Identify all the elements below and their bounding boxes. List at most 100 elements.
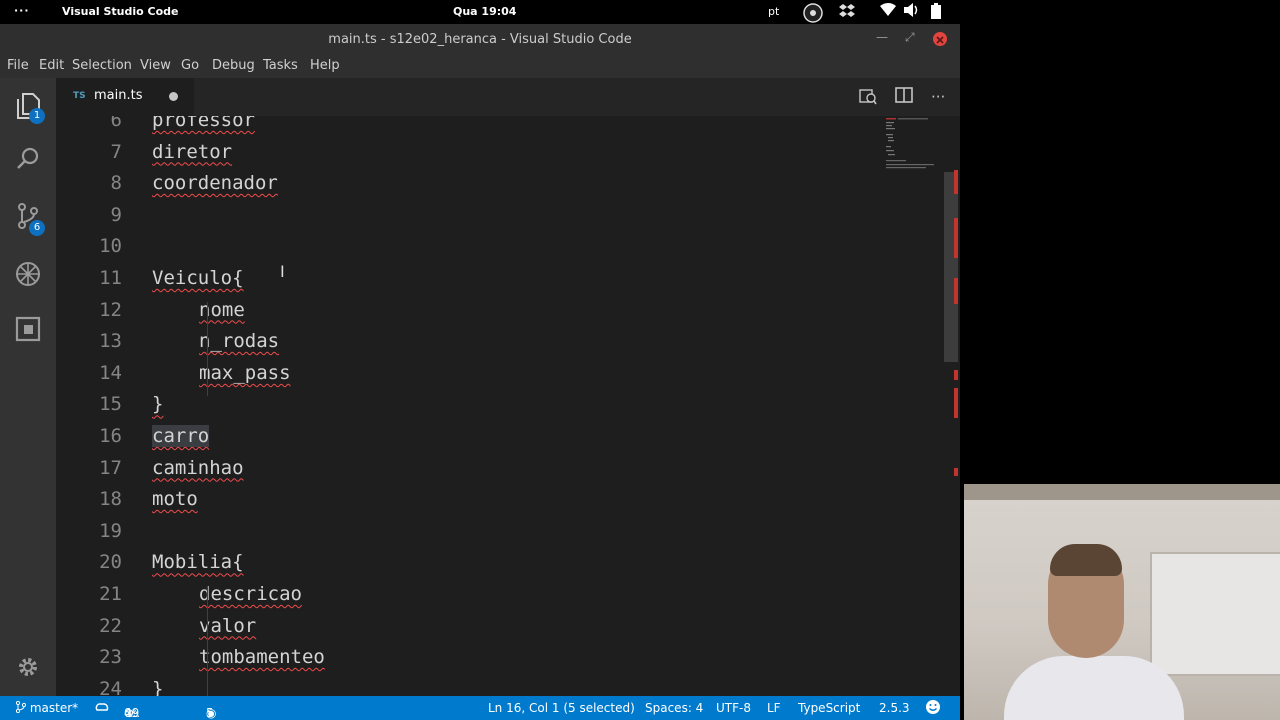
line-number: 15 <box>99 393 122 416</box>
code-line[interactable]: 11 Veiculo{ <box>56 264 886 295</box>
settings-gear-icon[interactable] <box>14 655 42 683</box>
git-branch[interactable]: master* <box>15 700 78 716</box>
webcam-background-wall <box>964 484 1280 500</box>
code-text[interactable]: Mobilia{ <box>152 551 244 573</box>
menu-help[interactable]: Help <box>310 58 340 73</box>
code-text[interactable]: caminhao <box>152 457 244 479</box>
system-clock[interactable]: Qua 19:04 <box>453 5 516 18</box>
code-line[interactable]: 10 <box>56 232 886 263</box>
code-token: moto <box>152 488 198 511</box>
code-line[interactable]: 14 max_pass <box>56 359 886 390</box>
code-line[interactable]: 20 Mobilia{ <box>56 548 886 579</box>
active-app-name[interactable]: Visual Studio Code <box>62 5 179 18</box>
open-changes-icon[interactable] <box>859 87 877 109</box>
minimap[interactable] <box>882 116 942 176</box>
code-line[interactable]: 23 tombamenteo <box>56 643 886 674</box>
line-number: 6 <box>110 116 122 131</box>
line-number: 12 <box>99 298 122 321</box>
code-line[interactable]: 8 coordenador <box>56 169 886 200</box>
line-number: 22 <box>99 614 122 637</box>
menu-tasks[interactable]: Tasks <box>263 58 298 73</box>
encoding-setting[interactable]: UTF-8 <box>716 701 751 715</box>
line-number: 9 <box>110 203 122 226</box>
code-text[interactable]: carro <box>152 425 210 447</box>
tab-main-ts[interactable]: TS main.ts <box>56 78 194 116</box>
code-text[interactable]: Veiculo{ <box>152 267 244 289</box>
code-text[interactable]: } <box>152 678 163 696</box>
menu-edit[interactable]: Edit <box>39 58 64 73</box>
line-number: 21 <box>99 583 122 605</box>
unsaved-dot-icon[interactable] <box>169 92 178 101</box>
code-line[interactable]: 9 <box>56 201 886 232</box>
code-line[interactable]: 18 moto <box>56 485 886 516</box>
indent-guide <box>207 586 208 696</box>
code-editor[interactable]: 6 professor 7 diretor 8 coordenador 9 10 11 Veicu… <box>56 116 960 696</box>
keyboard-language[interactable]: pt <box>768 5 779 18</box>
overview-error-marker <box>954 278 958 304</box>
code-token: tombamenteo <box>199 646 325 669</box>
webcam-person-hair <box>1050 544 1122 576</box>
code-line[interactable]: 7 diretor <box>56 138 886 169</box>
code-text[interactable]: professor <box>152 116 255 131</box>
code-text[interactable]: diretor <box>152 141 232 163</box>
code-line[interactable]: 17 caminhao <box>56 454 886 485</box>
wifi-icon[interactable] <box>880 3 896 21</box>
eol-setting[interactable]: LF <box>767 701 781 715</box>
activities-menu[interactable]: ··· <box>14 4 30 17</box>
close-button[interactable] <box>933 32 947 46</box>
explorer-badge: 1 <box>29 108 45 124</box>
cursor-position[interactable]: Ln 16, Col 1 (5 selected) <box>488 701 635 715</box>
vertical-scrollbar[interactable] <box>944 172 958 362</box>
typescript-version[interactable]: 2.5.3 <box>879 701 910 715</box>
code-text[interactable]: } <box>152 393 163 415</box>
language-mode[interactable]: TypeScript <box>798 701 860 715</box>
split-editor-icon[interactable] <box>895 87 913 107</box>
code-line[interactable]: 19 <box>56 517 886 548</box>
feedback-smiley-icon[interactable] <box>925 699 941 718</box>
code-line[interactable]: 21 descricao <box>56 580 886 611</box>
indentation-setting[interactable]: Spaces: 4 <box>645 701 703 715</box>
code-token: n_rodas <box>199 330 280 353</box>
menu-file[interactable]: File <box>7 58 29 73</box>
webcam-person-shirt <box>1004 656 1184 720</box>
code-token: Veiculo{ <box>152 267 244 289</box>
volume-icon[interactable] <box>904 3 920 21</box>
menu-debug[interactable]: Debug <box>212 58 255 73</box>
battery-icon[interactable] <box>931 3 941 23</box>
window-title-bar: main.ts - s12e02_heranca - Visual Studio… <box>0 24 960 54</box>
code-text[interactable]: coordenador <box>152 172 278 194</box>
debug-icon[interactable] <box>14 260 42 288</box>
extensions-icon[interactable] <box>14 316 42 344</box>
webcam-whiteboard <box>1150 552 1280 676</box>
line-number: 20 <box>99 551 122 574</box>
code-text[interactable]: n_rodas <box>199 330 279 352</box>
code-line[interactable]: 12 nome <box>56 296 886 327</box>
code-text[interactable]: moto <box>152 488 198 510</box>
more-actions-icon[interactable]: ··· <box>931 88 945 106</box>
code-line[interactable]: 24} <box>56 675 886 696</box>
search-icon[interactable] <box>14 146 42 174</box>
code-line[interactable]: 15} <box>56 390 886 421</box>
menu-go[interactable]: Go <box>181 58 199 73</box>
code-text[interactable]: descricao <box>199 583 302 605</box>
code-token: coordenador <box>152 172 278 195</box>
code-line[interactable]: 13 n_rodas <box>56 327 886 358</box>
code-line[interactable]: 22 valor <box>56 612 886 643</box>
code-line[interactable]: 16 carro <box>56 422 886 453</box>
status-bar: master* ⊗ 49 ⚠ 0 ◉ 5 Ln 16, Col 1 (5 sel… <box>0 696 960 720</box>
menu-view[interactable]: View <box>140 58 171 73</box>
sync-icon[interactable] <box>94 701 110 716</box>
code-token: } <box>152 677 164 696</box>
line-number: 19 <box>99 519 122 542</box>
code-text[interactable]: tombamenteo <box>199 646 325 668</box>
line-number: 8 <box>110 172 122 195</box>
code-line[interactable]: 6 professor <box>56 116 886 137</box>
menu-selection[interactable]: Selection <box>72 58 132 73</box>
overview-error-marker <box>954 468 958 476</box>
code-text[interactable]: max_pass <box>199 362 291 384</box>
code-token: } <box>152 393 164 416</box>
code-text[interactable]: nome <box>199 299 245 321</box>
minimize-button[interactable]: — <box>876 30 888 44</box>
dropbox-icon[interactable] <box>839 3 855 23</box>
maximize-button[interactable]: ⤢ <box>905 30 915 45</box>
